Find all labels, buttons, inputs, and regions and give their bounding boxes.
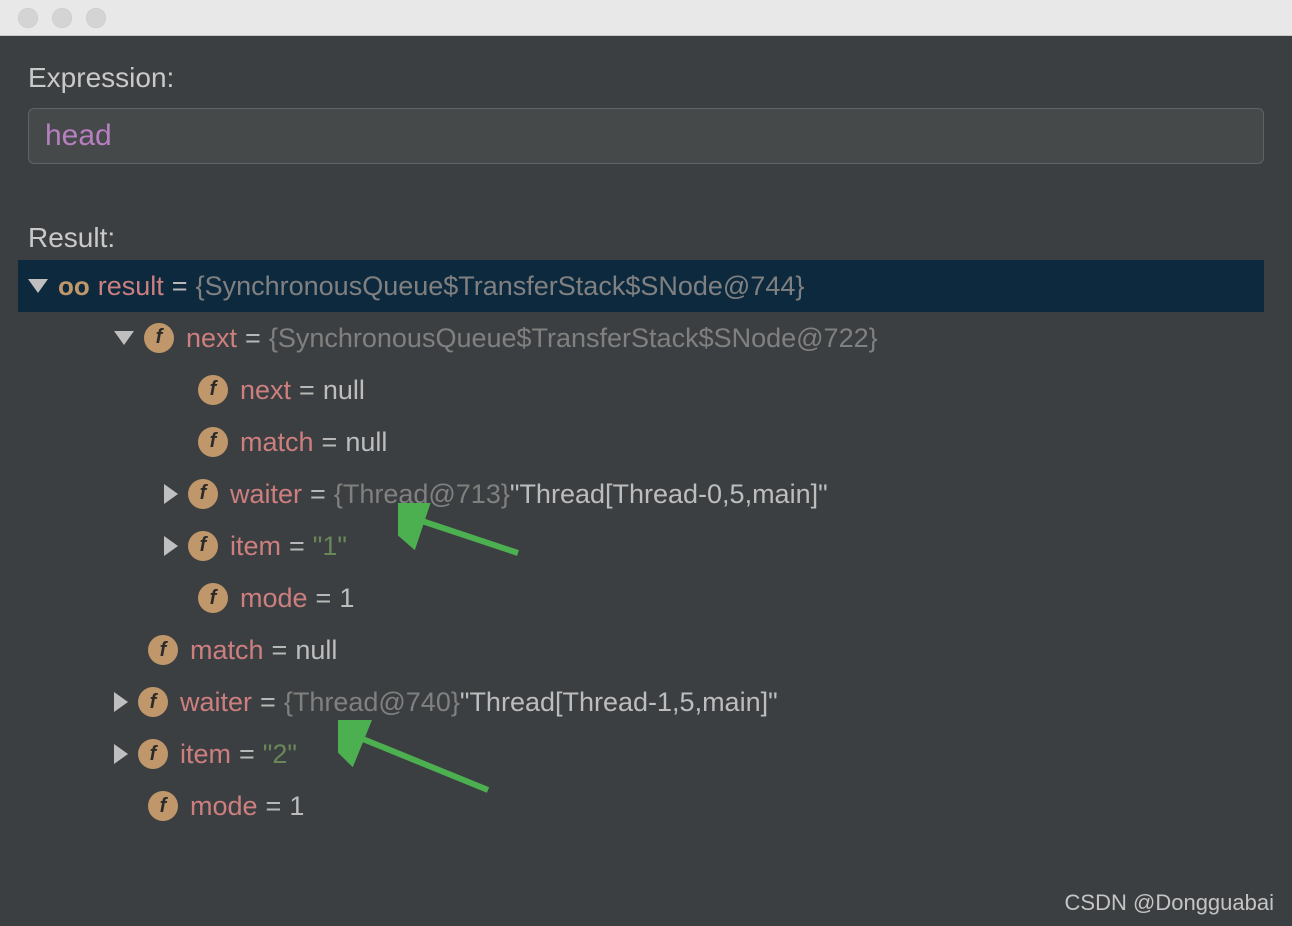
tree-row-match[interactable]: f match = null <box>18 624 1264 676</box>
field-value-dim: {Thread@740} <box>284 678 460 726</box>
window-close-button[interactable] <box>18 8 38 28</box>
field-name: match <box>190 626 264 674</box>
chevron-right-icon[interactable] <box>164 484 178 504</box>
field-value-dim: {Thread@713} <box>334 470 510 518</box>
field-icon: f <box>188 479 218 509</box>
field-value-lit: "Thread[Thread-1,5,main]" <box>460 678 778 726</box>
tree-row-next-mode[interactable]: f mode = 1 <box>18 572 1264 624</box>
field-value: null <box>345 418 387 466</box>
field-value: {SynchronousQueue$TransferStack$SNode@72… <box>269 314 878 362</box>
field-name: item <box>230 522 281 570</box>
tree-row-next-item[interactable]: f item = "1" <box>18 520 1264 572</box>
field-icon: f <box>198 427 228 457</box>
field-icon: f <box>148 791 178 821</box>
field-value: null <box>295 626 337 674</box>
field-icon: f <box>138 739 168 769</box>
field-name: waiter <box>180 678 252 726</box>
field-name: match <box>240 418 314 466</box>
tree-row-next-waiter[interactable]: f waiter = {Thread@713} "Thread[Thread-0… <box>18 468 1264 520</box>
field-name: next <box>240 366 291 414</box>
tree-row-next-match[interactable]: f match = null <box>18 416 1264 468</box>
field-name: item <box>180 730 231 778</box>
field-value-lit: "Thread[Thread-0,5,main]" <box>510 470 828 518</box>
tree-row-item[interactable]: f item = "2" <box>18 728 1264 780</box>
field-name: waiter <box>230 470 302 518</box>
tree-row-next[interactable]: f next = {SynchronousQueue$TransferStack… <box>18 312 1264 364</box>
field-name: mode <box>190 782 258 830</box>
result-label: Result: <box>28 222 1264 254</box>
chevron-right-icon[interactable] <box>164 536 178 556</box>
chevron-down-icon[interactable] <box>114 331 134 345</box>
chevron-right-icon[interactable] <box>114 692 128 712</box>
result-tree: oo result = {SynchronousQueue$TransferSt… <box>18 260 1264 833</box>
chevron-down-icon[interactable] <box>28 279 48 293</box>
tree-row-next-next[interactable]: f next = null <box>18 364 1264 416</box>
field-icon: f <box>198 375 228 405</box>
titlebar <box>0 0 1292 36</box>
field-icon: f <box>198 583 228 613</box>
tree-row-mode[interactable]: f mode = 1 <box>18 780 1264 832</box>
field-name: result <box>98 262 164 310</box>
expression-label: Expression: <box>28 62 1264 94</box>
field-value: "1" <box>313 522 347 570</box>
expression-input[interactable] <box>28 108 1264 164</box>
field-icon: f <box>188 531 218 561</box>
field-value: 1 <box>339 574 354 622</box>
glasses-icon: oo <box>58 263 90 309</box>
field-icon: f <box>148 635 178 665</box>
field-name: mode <box>240 574 308 622</box>
window-minimize-button[interactable] <box>52 8 72 28</box>
field-icon: f <box>138 687 168 717</box>
field-value: "2" <box>263 730 297 778</box>
tree-row-waiter[interactable]: f waiter = {Thread@740} "Thread[Thread-1… <box>18 676 1264 728</box>
field-value: null <box>323 366 365 414</box>
field-value: {SynchronousQueue$TransferStack$SNode@74… <box>196 262 805 310</box>
field-name: next <box>186 314 237 362</box>
window-zoom-button[interactable] <box>86 8 106 28</box>
tree-row-result[interactable]: oo result = {SynchronousQueue$TransferSt… <box>18 260 1264 312</box>
chevron-right-icon[interactable] <box>114 744 128 764</box>
watermark: CSDN @Dongguabai <box>1065 890 1274 916</box>
field-icon: f <box>144 323 174 353</box>
evaluate-panel: Expression: Result: oo result = {Synchro… <box>0 36 1292 843</box>
field-value: 1 <box>289 782 304 830</box>
